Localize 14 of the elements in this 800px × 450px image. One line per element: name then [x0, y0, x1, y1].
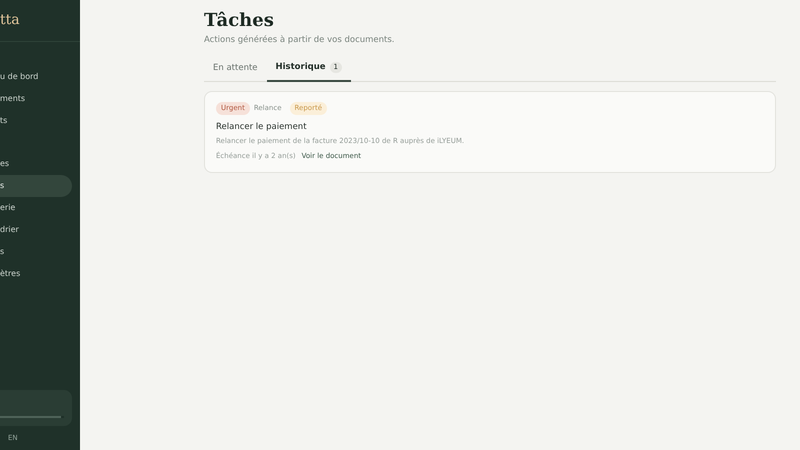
sidebar-item[interactable]: drier [0, 219, 72, 241]
page-subtitle: Actions générées à partir de vos documents. [204, 34, 396, 46]
tab[interactable]: En attente [204, 56, 267, 82]
app-logo: tta [0, 0, 80, 42]
task-title: Relancer le paiement [216, 120, 308, 134]
sidebar-item[interactable]: u de bord [0, 66, 72, 88]
sidebar-item[interactable]: erie [0, 197, 72, 219]
page-title: Tâches [204, 10, 275, 32]
sidebar-item[interactable]: s [0, 241, 72, 263]
sidebar-item[interactable]: es [0, 153, 72, 175]
sidebar-item[interactable]: ments [0, 88, 72, 110]
sidebar-item[interactable]: ts [0, 110, 72, 132]
sidebar-item[interactable]: s [0, 175, 72, 197]
sidebar-item[interactable]: ètres [0, 263, 72, 285]
